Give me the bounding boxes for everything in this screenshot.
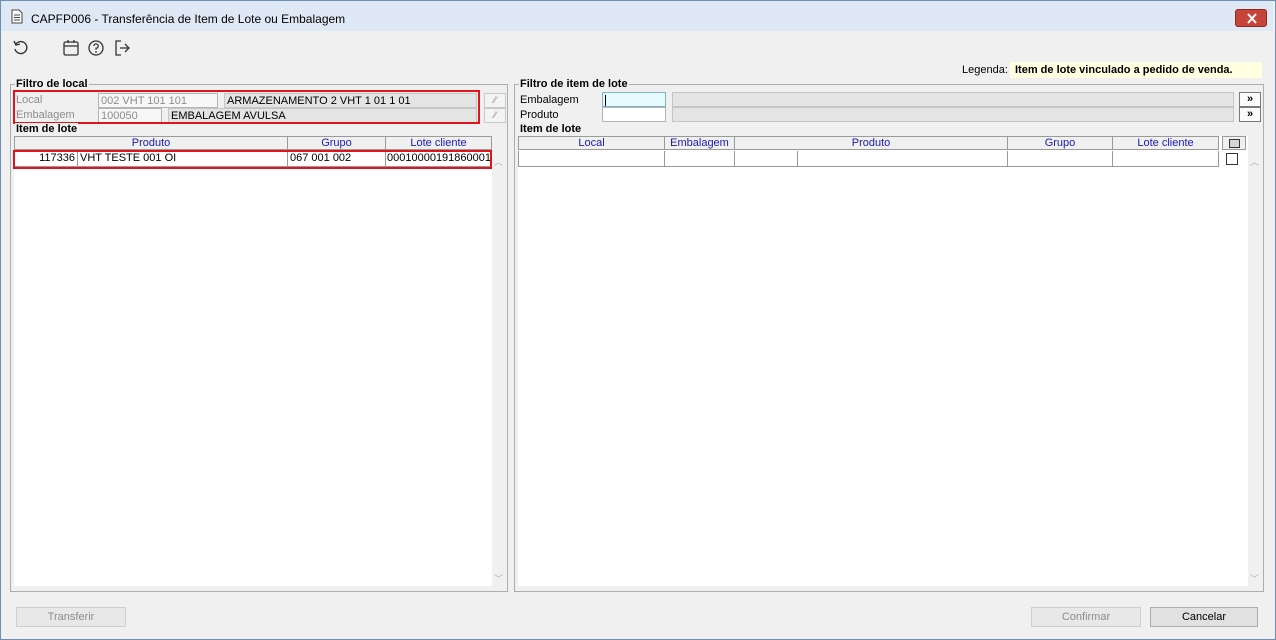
close-button[interactable] [1235,9,1267,27]
empty-cell-lote-cliente[interactable] [1113,151,1219,167]
calendar-icon[interactable] [62,39,80,57]
exit-icon[interactable] [113,39,131,57]
scroll-down-icon[interactable]: ﹀ [494,572,503,585]
local-lookup-button[interactable]: ⁄⁄ [484,93,506,108]
transferir-button[interactable]: Transferir [16,607,126,627]
empty-cell-produto[interactable] [798,151,1008,167]
empty-cell-local[interactable] [518,151,665,167]
empty-cell-produto-code[interactable] [735,151,798,167]
right-produto-lookup-button[interactable]: » [1239,107,1261,122]
empty-cell-grupo[interactable] [1008,151,1113,167]
select-all-header[interactable] [1222,136,1246,150]
right-produto-label: Produto [520,109,559,121]
column-header-produto[interactable]: Produto [735,136,1008,150]
right-scroll-up-icon[interactable]: ︿ [1250,155,1259,168]
left-grid-title: Item de lote [15,123,79,135]
right-produto-field[interactable] [602,107,666,122]
help-icon[interactable] [87,39,105,57]
column-header-grupo[interactable]: Grupo [288,136,386,150]
empty-cell-embalagem[interactable] [665,151,735,167]
close-icon [1247,13,1257,24]
window-title: CAPFP006 - Transferência de Item de Lote… [31,12,346,26]
column-header-lote-cliente[interactable]: Lote cliente [386,136,492,150]
toolbar [1,32,1273,62]
legend-box: Item de lote vinculado a pedido de venda… [1010,62,1262,78]
refresh-icon[interactable] [12,39,30,57]
column-header-lote-cliente[interactable]: Lote cliente [1113,136,1219,150]
filter-highlight [13,90,480,124]
right-embalagem-lookup-button[interactable]: » [1239,92,1261,107]
local-filter-title: Filtro de local [15,78,89,90]
right-embalagem-description [672,92,1234,107]
row-checkbox[interactable] [1226,153,1238,165]
document-icon [11,9,23,24]
embalagem-lookup-button[interactable]: ⁄⁄ [484,108,506,123]
column-header-produto[interactable]: Produto [14,136,288,150]
title-bar: CAPFP006 - Transferência de Item de Lote… [1,1,1273,31]
select-all-checkbox[interactable] [1228,139,1240,148]
scroll-up-icon[interactable]: ︿ [494,155,503,168]
column-header-embalagem[interactable]: Embalagem [665,136,735,150]
right-produto-description [672,107,1234,122]
cancelar-button[interactable]: Cancelar [1150,607,1258,627]
right-embalagem-field[interactable] [602,92,666,107]
column-header-local[interactable]: Local [518,136,665,150]
right-grid-title: Item de lote [519,123,583,135]
confirmar-button[interactable]: Confirmar [1031,607,1141,627]
right-grid[interactable]: Local Embalagem Produto Grupo Lote clien… [518,136,1248,586]
column-header-grupo[interactable]: Grupo [1008,136,1113,150]
text-cursor [605,94,606,106]
row-highlight [13,150,492,169]
item-filter-title: Filtro de item de lote [519,78,629,90]
left-grid[interactable]: Produto Grupo Lote cliente 117336 VHT TE… [14,136,492,586]
legend-label: Legenda: [962,64,1008,76]
right-embalagem-label: Embalagem [520,94,579,106]
right-scroll-down-icon[interactable]: ﹀ [1250,572,1259,585]
